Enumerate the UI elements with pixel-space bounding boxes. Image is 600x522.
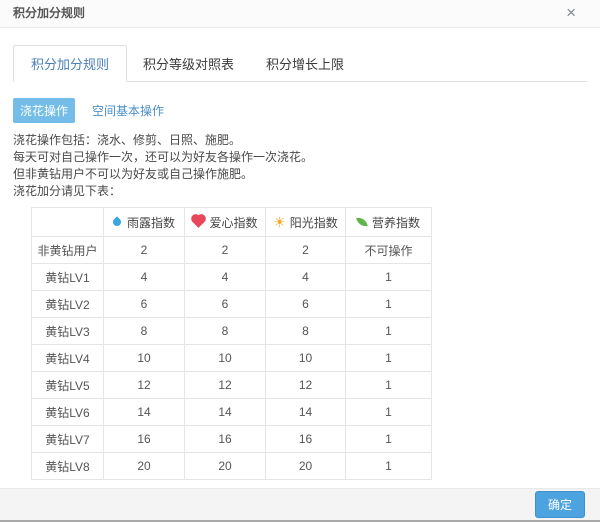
table-row: 黄钻LV7 16 16 16 1	[31, 425, 432, 453]
table-cell: 20	[184, 452, 266, 480]
table-cell: 1	[345, 398, 432, 426]
header-cell: 雨露指数	[103, 207, 185, 237]
table-cell: 12	[103, 371, 185, 399]
table-cell: 6	[265, 290, 346, 318]
table-cell: 6	[184, 290, 266, 318]
header-cell: 爱心指数	[184, 207, 266, 237]
dialog-footer: 确定	[0, 488, 600, 520]
table-cell: 12	[184, 371, 266, 399]
row-label: 黄钻LV3	[31, 317, 104, 345]
table-cell: 12	[265, 371, 346, 399]
table-row: 黄钻LV3 8 8 8 1	[31, 317, 432, 345]
table-cell: 1	[345, 263, 432, 291]
close-icon[interactable]: ×	[566, 0, 576, 26]
tab-bar: 积分加分规则 积分等级对照表 积分增长上限	[13, 45, 587, 82]
table-row: 黄钻LV2 6 6 6 1	[31, 290, 432, 318]
table-cell: 4	[265, 263, 346, 291]
table-cell: 14	[184, 398, 266, 426]
table-row: 黄钻LV8 20 20 20 1	[31, 452, 432, 480]
table-cell: 2	[184, 236, 266, 264]
table-cell: 4	[184, 263, 266, 291]
heart-icon	[192, 214, 206, 228]
row-label: 非黄钻用户	[31, 236, 104, 264]
row-label: 黄钻LV4	[31, 344, 104, 372]
leaf-icon	[356, 216, 368, 228]
header-corner-cell	[31, 207, 104, 237]
header-label: 爱心指数	[209, 215, 258, 230]
dialog-titlebar: 积分加分规则 ×	[0, 0, 600, 28]
description-text: 浇花操作包括：浇水、修剪、日照、施肥。每天可对自己操作一次，还可以为好友各操作一…	[13, 132, 587, 200]
dialog-title: 积分加分规则	[13, 6, 86, 20]
table-cell: 16	[265, 425, 346, 453]
table-cell: 20	[103, 452, 185, 480]
description-line: 浇花加分请见下表：	[13, 184, 122, 198]
table-cell: 1	[345, 317, 432, 345]
row-label: 黄钻LV8	[31, 452, 104, 480]
table-cell: 6	[103, 290, 185, 318]
table-cell: 8	[103, 317, 185, 345]
header-label: 阳光指数	[289, 215, 338, 230]
table-row: 黄钻LV5 12 12 12 1	[31, 371, 432, 399]
table-cell: 10	[103, 344, 185, 372]
description-line: 每天可对自己操作一次，还可以为好友各操作一次浇花。	[13, 150, 314, 164]
table-cell: 2	[103, 236, 185, 264]
table-row: 黄钻LV4 10 10 10 1	[31, 344, 432, 372]
tab-3[interactable]: 积分增长上限	[250, 46, 360, 81]
table-cell: 1	[345, 344, 432, 372]
table-cell: 8	[184, 317, 266, 345]
row-label: 黄钻LV5	[31, 371, 104, 399]
sun-icon: ☀	[273, 214, 286, 230]
table-cell: 4	[103, 263, 185, 291]
table-cell: 8	[265, 317, 346, 345]
dialog-content: 积分加分规则 积分等级对照表 积分增长上限 浇花操作 空间基本操作 浇花操作包括：浇水…	[0, 28, 600, 488]
description-line: 但非黄钻用户不可以为好友或自己操作施肥。	[13, 167, 254, 181]
tab-1[interactable]: 积分加分规则	[13, 45, 128, 82]
description-line: 浇花操作包括：浇水、修剪、日照、施肥。	[13, 133, 242, 147]
table-row: 黄钻LV1 4 4 4 1	[31, 263, 432, 291]
points-table-head: 雨露指数 爱心指数 ☀ 阳光指数 营养指数	[31, 207, 432, 237]
water-drop-icon	[111, 216, 123, 228]
row-label: 黄钻LV6	[31, 398, 104, 426]
points-table: 雨露指数 爱心指数 ☀ 阳光指数 营养指数 非黄钻用户 2 2 2 不可操作 黄钻LV1 4 4 4 1 黄…	[31, 207, 432, 480]
table-cell: 1	[345, 371, 432, 399]
tab-2[interactable]: 积分等级对照表	[127, 46, 250, 81]
table-cell: 16	[103, 425, 185, 453]
header-label: 雨露指数	[126, 215, 175, 230]
subtab-1[interactable]: 浇花操作	[13, 98, 76, 123]
row-label: 黄钻LV2	[31, 290, 104, 318]
header-cell: ☀ 阳光指数	[265, 207, 346, 237]
header-row: 雨露指数 爱心指数 ☀ 阳光指数 营养指数	[31, 207, 432, 237]
subtab-bar: 浇花操作 空间基本操作	[13, 98, 587, 123]
subtab-2[interactable]: 空间基本操作	[85, 98, 171, 123]
table-cell: 10	[184, 344, 266, 372]
row-label: 黄钻LV7	[31, 425, 104, 453]
table-cell: 1	[345, 452, 432, 480]
table-cell: 16	[184, 425, 266, 453]
confirm-button[interactable]: 确定	[534, 491, 585, 518]
table-cell: 2	[265, 236, 346, 264]
table-cell: 10	[265, 344, 346, 372]
points-rules-dialog: 积分加分规则 × 积分加分规则 积分等级对照表 积分增长上限 浇花操作 空间基本操作 …	[0, 0, 600, 522]
table-cell: 14	[265, 398, 346, 426]
table-row: 黄钻LV6 14 14 14 1	[31, 398, 432, 426]
header-label: 营养指数	[371, 215, 420, 230]
table-row: 非黄钻用户 2 2 2 不可操作	[31, 236, 432, 264]
table-cell: 不可操作	[345, 236, 432, 264]
table-cell: 20	[265, 452, 346, 480]
header-cell: 营养指数	[345, 207, 432, 237]
points-table-body: 非黄钻用户 2 2 2 不可操作 黄钻LV1 4 4 4 1 黄钻LV2 6 6 6 1 黄钻LV3 8 8 8 1 黄…	[31, 236, 432, 480]
table-cell: 14	[103, 398, 185, 426]
table-cell: 1	[345, 425, 432, 453]
table-cell: 1	[345, 290, 432, 318]
row-label: 黄钻LV1	[31, 263, 104, 291]
